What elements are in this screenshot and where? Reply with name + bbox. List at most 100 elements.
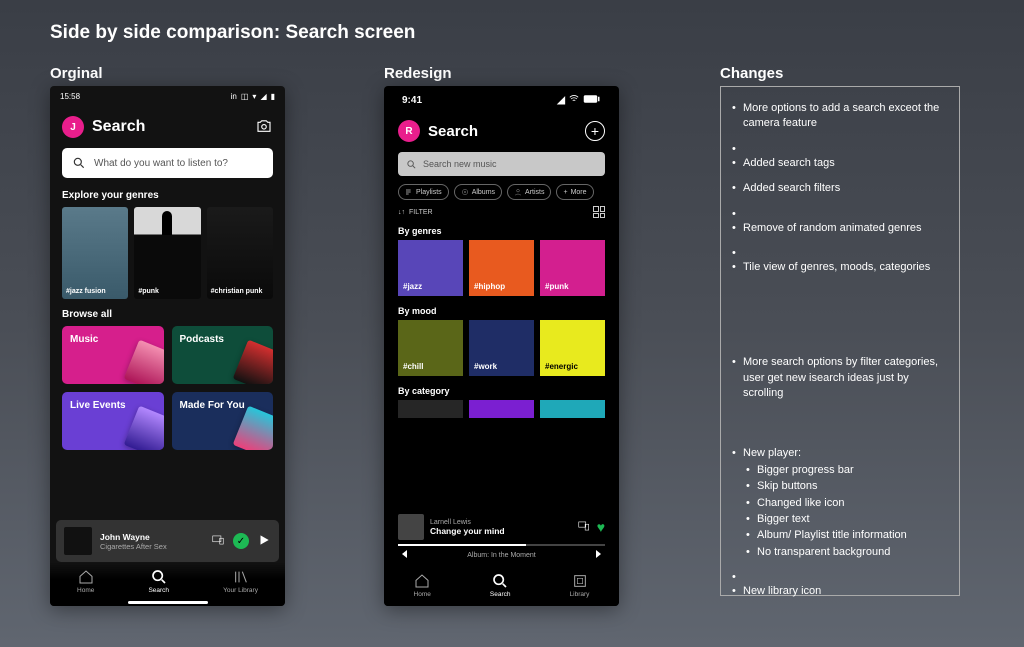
card-art	[123, 406, 163, 450]
nav-label: Your Library	[223, 587, 258, 594]
search-icon	[406, 159, 417, 170]
genre-card[interactable]: #punk	[134, 207, 200, 299]
search-input[interactable]: What do you want to listen to?	[62, 148, 273, 178]
devices-icon[interactable]	[577, 519, 591, 536]
search-icon	[492, 573, 508, 589]
nav-library[interactable]: Your Library	[223, 569, 258, 594]
chip-albums[interactable]: Albums	[454, 184, 502, 200]
browse-card-podcasts[interactable]: Podcasts	[172, 326, 274, 384]
now-playing-bar[interactable]: John Wayne Cigarettes After Sex ✓	[56, 520, 279, 562]
grid-view-icon[interactable]	[593, 206, 605, 218]
change-subitem: Bigger progress bar	[757, 463, 947, 478]
section-genres: By genres	[384, 224, 619, 240]
chip-playlists[interactable]: Playlists	[398, 184, 449, 200]
search-icon	[72, 156, 86, 170]
header-title: Search	[428, 123, 577, 140]
status-time: 9:41	[402, 95, 422, 106]
tile-hiphop[interactable]: #hiphop	[469, 240, 534, 296]
skip-back-icon[interactable]	[398, 548, 410, 562]
nav-label: Home	[414, 591, 431, 598]
chip-label: More	[571, 189, 587, 196]
page-title: Side by side comparison: Search screen	[50, 22, 415, 44]
nav-home[interactable]: Home	[414, 573, 431, 598]
card-label: Music	[70, 334, 98, 345]
changes-list: More options to add a search exceot the …	[743, 101, 947, 275]
status-time: 15:58	[60, 92, 80, 101]
change-item: New player: Bigger progress bar Skip but…	[743, 446, 947, 561]
nav-search[interactable]: Search	[148, 569, 169, 594]
tile-energic[interactable]: #energic	[540, 320, 605, 376]
change-item: More search options by filter categories…	[743, 355, 947, 401]
search-placeholder: What do you want to listen to?	[94, 158, 228, 169]
genre-card[interactable]: #jazz fusion	[62, 207, 128, 299]
status-bar: 15:58 in ◫ ▾ ◢ ▮	[50, 86, 285, 106]
browse-card-music[interactable]: Music	[62, 326, 164, 384]
battery-icon: ▮	[271, 92, 275, 101]
filter-row: ↓↑FILTER	[384, 206, 619, 224]
chip-more[interactable]: +More	[556, 184, 593, 200]
home-icon	[414, 573, 430, 589]
tile-category[interactable]	[398, 400, 463, 418]
playlist-icon	[405, 188, 413, 196]
check-icon[interactable]: ✓	[233, 533, 249, 549]
section-mood: By mood	[384, 304, 619, 320]
change-item: Added search tags	[743, 156, 947, 171]
nav-label: Home	[77, 587, 94, 594]
search-header: J Search	[50, 106, 285, 148]
nav-search[interactable]: Search	[490, 573, 511, 598]
nav-library[interactable]: Library	[570, 573, 590, 598]
album-line: Album: In the Moment	[467, 552, 535, 559]
home-indicator	[128, 601, 208, 604]
album-art	[398, 514, 424, 540]
tile-work[interactable]: #work	[469, 320, 534, 376]
chip-artists[interactable]: Artists	[507, 184, 551, 200]
tile-category[interactable]	[469, 400, 534, 418]
tile-label: #work	[474, 362, 497, 371]
genre-tag: #punk	[138, 288, 159, 295]
like-icon[interactable]: ♥	[597, 519, 605, 535]
chip-label: Albums	[472, 189, 495, 196]
nav-label: Search	[148, 587, 169, 594]
play-icon[interactable]	[257, 533, 271, 550]
signal-icon: ◢	[260, 92, 266, 101]
section-category: By category	[384, 384, 619, 400]
avatar[interactable]: R	[398, 120, 420, 142]
avatar[interactable]: J	[62, 116, 84, 138]
add-button[interactable]: +	[585, 121, 605, 141]
track-title: John Wayne	[100, 532, 203, 542]
tile-chill[interactable]: #chill	[398, 320, 463, 376]
nav-home[interactable]: Home	[77, 569, 94, 594]
tile-punk[interactable]: #punk	[540, 240, 605, 296]
now-playing-bar[interactable]: Larnell Lewis Change your mind ♥ Album: …	[384, 510, 619, 564]
tile-jazz[interactable]: #jazz	[398, 240, 463, 296]
search-icon	[151, 569, 167, 585]
search-input[interactable]: Search new music	[398, 152, 605, 176]
genre-tag: #jazz fusion	[66, 288, 106, 295]
skip-forward-icon[interactable]	[593, 548, 605, 562]
chip-label: Playlists	[416, 189, 442, 196]
devices-icon[interactable]	[211, 533, 225, 550]
change-subitem: Album/ Playlist title information	[757, 528, 947, 543]
progress-bar[interactable]	[398, 544, 605, 546]
status-bar: 9:41 ◢	[384, 86, 619, 114]
original-phone: 15:58 in ◫ ▾ ◢ ▮ J Search What do you wa…	[50, 86, 285, 606]
browse-card-live[interactable]: Live Events	[62, 392, 164, 450]
search-header: R Search +	[384, 114, 619, 148]
tile-category[interactable]	[540, 400, 605, 418]
nav-label: Search	[490, 591, 511, 598]
genre-card[interactable]: #christian punk	[207, 207, 273, 299]
track-artist: Larnell Lewis	[430, 519, 571, 526]
change-subitem: Changed like icon	[757, 496, 947, 511]
filter-chips: Playlists Albums Artists +More	[384, 184, 619, 206]
change-subitem: Skip buttons	[757, 479, 947, 494]
player-title: New player:	[743, 447, 801, 459]
explore-label: Explore your genres	[50, 190, 285, 207]
nav-label: Library	[570, 591, 590, 598]
browse-card-made[interactable]: Made For You	[172, 392, 274, 450]
bottom-nav: Home Search Your Library	[50, 562, 285, 606]
card-label: Made For You	[180, 400, 245, 411]
filter-button[interactable]: ↓↑FILTER	[398, 209, 433, 216]
artist-icon	[514, 188, 522, 196]
camera-icon[interactable]	[255, 117, 273, 138]
changes-panel: More options to add a search exceot the …	[720, 86, 960, 596]
